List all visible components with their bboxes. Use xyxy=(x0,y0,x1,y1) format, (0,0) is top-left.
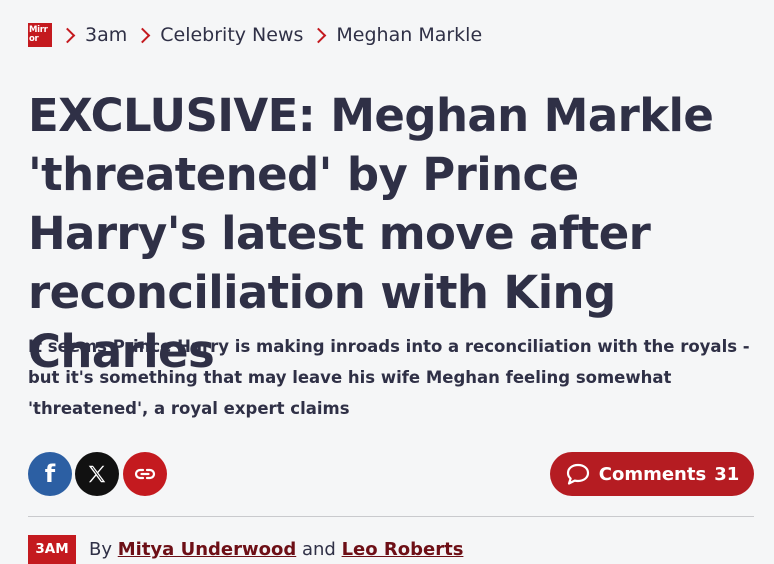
breadcrumb-item-meghan-markle[interactable]: Meghan Markle xyxy=(336,24,482,46)
x-share-button[interactable] xyxy=(75,452,119,496)
link-icon xyxy=(134,468,156,480)
chevron-right-icon xyxy=(134,27,151,43)
breadcrumb: Mirr or 3am Celebrity News Meghan Markle xyxy=(28,20,482,50)
comments-label: Comments xyxy=(598,463,707,485)
chevron-right-icon xyxy=(311,27,327,43)
author-link[interactable]: Mitya Underwood xyxy=(118,539,296,560)
breadcrumb-item-3am[interactable]: 3am xyxy=(85,24,127,46)
speech-bubble-icon xyxy=(566,463,589,485)
byline-conjunction: and xyxy=(301,539,336,560)
chevron-right-icon xyxy=(59,27,76,43)
section-badge[interactable]: 3AM xyxy=(28,535,76,564)
facebook-icon: f xyxy=(44,460,56,488)
comments-count: 31 xyxy=(714,463,740,485)
breadcrumb-item-celebrity-news[interactable]: Celebrity News xyxy=(160,24,303,46)
facebook-share-button[interactable]: f xyxy=(28,452,72,496)
comments-button[interactable]: Comments 31 xyxy=(550,452,754,496)
mirror-logo[interactable]: Mirr or xyxy=(28,23,52,47)
copy-link-button[interactable] xyxy=(123,452,167,496)
logo-text-line2: or xyxy=(29,34,39,44)
divider xyxy=(28,516,754,517)
article-standfirst: It seems Prince Harry is making inroads … xyxy=(28,337,750,418)
byline-prefix: By xyxy=(89,539,113,560)
author-link[interactable]: Leo Roberts xyxy=(342,539,464,560)
byline: By Mitya Underwood and Leo Roberts xyxy=(89,539,463,560)
x-icon xyxy=(88,465,106,483)
